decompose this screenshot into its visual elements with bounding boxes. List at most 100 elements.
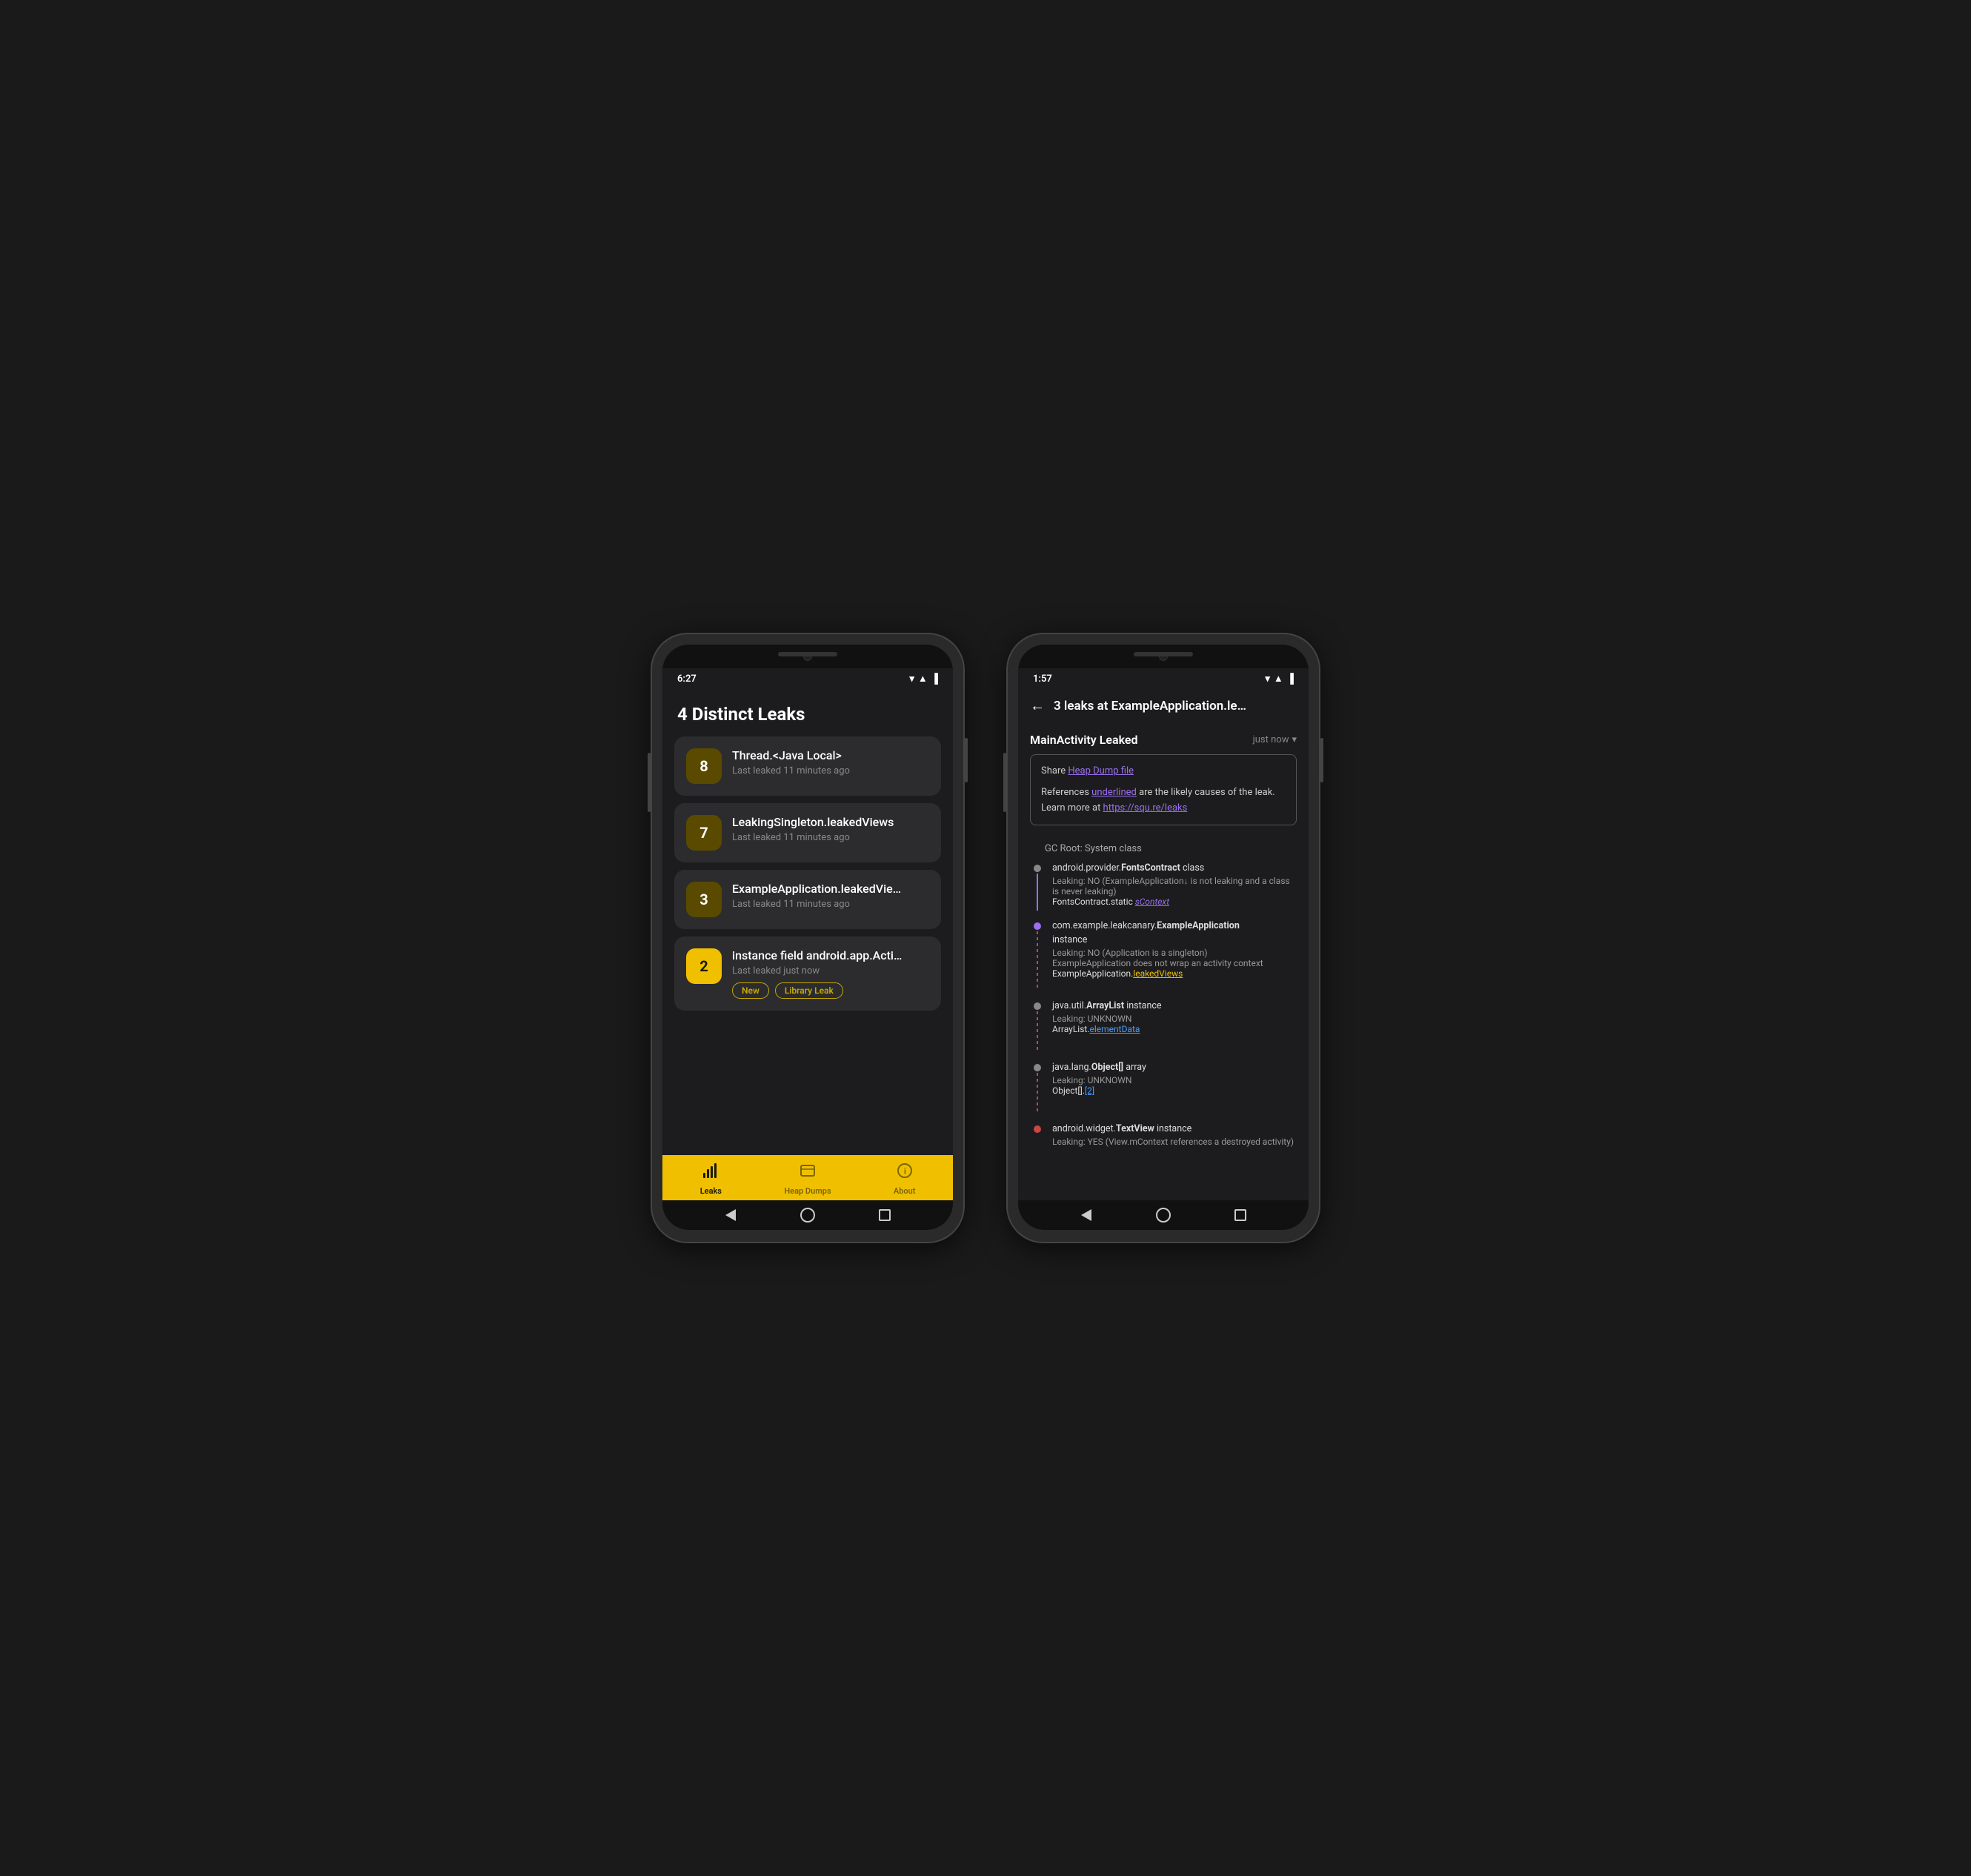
phone-top-notch-right (1018, 645, 1309, 668)
heap-dump-link[interactable]: Heap Dump file (1068, 765, 1134, 776)
phone-speaker (778, 652, 837, 656)
nav-item-leaks[interactable]: Leaks (662, 1162, 760, 1196)
gc-root-label: GC Root: System class (1030, 840, 1297, 862)
home-button-right[interactable] (1155, 1207, 1171, 1223)
nav-item-about[interactable]: i About (856, 1162, 953, 1196)
back-button-right[interactable] (1078, 1207, 1094, 1223)
leak-badge-count: 2 (686, 948, 722, 984)
leak-info: LeakingSingleton.leakedViews Last leaked… (732, 815, 929, 843)
phone-right: 1:57 ▾ ▲ ▐ ← 3 leaks at ExampleApplicati… (1008, 634, 1319, 1242)
trace-class-name: java.lang.Object[] array (1052, 1061, 1297, 1075)
heap-dumps-nav-icon (799, 1162, 817, 1183)
detail-title: 3 leaks at ExampleApplication.le… (1054, 699, 1297, 714)
detail-header: ← 3 leaks at ExampleApplication.le… (1018, 689, 1309, 725)
trace-field-link: sContext (1135, 897, 1169, 907)
android-nav-bar-right (1018, 1200, 1309, 1230)
status-icons-right: ▾ ▲ ▐ (1265, 673, 1294, 685)
trace-line-col (1030, 919, 1045, 991)
trace-field-link: [2] (1085, 1085, 1094, 1096)
trace-item-exampleapplication: com.example.leakcanary.ExampleApplicatio… (1030, 919, 1297, 991)
nav-item-heap-dumps[interactable]: Heap Dumps (760, 1162, 857, 1196)
list-item[interactable]: 2 instance field android.app.Acti… Last … (674, 937, 941, 1011)
wifi-icon: ▾ (909, 673, 914, 685)
trace-line-col (1030, 1061, 1045, 1114)
recents-button[interactable] (877, 1207, 893, 1223)
info-box: Share Heap Dump file References underlin… (1030, 754, 1297, 825)
trace-dot (1034, 1064, 1041, 1071)
status-time: 6:27 (677, 673, 697, 685)
signal-icon: ▲ (918, 673, 928, 685)
trace-text: java.util.ArrayList instance Leaking: UN… (1052, 999, 1297, 1052)
phone-speaker-right (1134, 652, 1193, 656)
trace-line-col (1030, 862, 1045, 911)
trace-dot (1034, 1002, 1041, 1010)
phone-left: 6:27 ▾ ▲ ▐ 4 Distinct Leaks 8 (652, 634, 963, 1242)
trace-item-objectarray: java.lang.Object[] array Leaking: UNKNOW… (1030, 1061, 1297, 1114)
leak-trace: GC Root: System class android.provider.F… (1018, 834, 1309, 1200)
trace-field-link: leakedViews (1133, 968, 1183, 979)
about-nav-icon: i (896, 1162, 914, 1183)
recents-button-right[interactable] (1232, 1207, 1249, 1223)
trace-class-name: android.provider.FontsContract class (1052, 862, 1297, 876)
list-item[interactable]: 7 LeakingSingleton.leakedViews Last leak… (674, 803, 941, 862)
leak-tags: New Library Leak (732, 982, 929, 999)
leak-time: Last leaked 11 minutes ago (732, 832, 929, 843)
trace-text: java.lang.Object[] array Leaking: UNKNOW… (1052, 1061, 1297, 1114)
leak-time: Last leaked 11 minutes ago (732, 899, 929, 910)
dropdown-icon[interactable]: ▾ (1292, 734, 1297, 745)
battery-icon: ▐ (931, 673, 938, 685)
trace-class-name: com.example.leakcanary.ExampleApplicatio… (1052, 919, 1297, 948)
trace-dot (1034, 865, 1041, 872)
trace-field-link: elementData (1090, 1024, 1140, 1034)
trace-dot (1034, 922, 1041, 930)
trace-connector (1037, 1011, 1038, 1052)
trace-leaking-status: Leaking: NO (Application is a singleton)… (1052, 948, 1297, 968)
battery-icon-right: ▐ (1287, 673, 1294, 685)
leak-info: instance field android.app.Acti… Last le… (732, 948, 929, 999)
learn-more-link[interactable]: https://squ.re/leaks (1103, 802, 1188, 814)
leak-info: Thread.<Java Local> Last leaked 11 minut… (732, 748, 929, 776)
wifi-icon-right: ▾ (1265, 673, 1270, 685)
page-title: 4 Distinct Leaks (677, 704, 938, 725)
status-time-right: 1:57 (1033, 673, 1052, 685)
trace-item-textview: android.widget.TextView instance Leaking… (1030, 1122, 1297, 1150)
underlined-ref: underlined (1091, 787, 1137, 798)
leak-name: Thread.<Java Local> (732, 748, 929, 762)
trace-field: FontsContract.static sContext (1052, 897, 1297, 907)
detail-subheader: MainActivity Leaked just now ▾ (1018, 725, 1309, 754)
nav-label-leaks: Leaks (700, 1186, 722, 1196)
back-button[interactable] (722, 1207, 739, 1223)
list-item[interactable]: 3 ExampleApplication.leakedVie… Last lea… (674, 870, 941, 929)
trace-field: ArrayList.elementData (1052, 1024, 1297, 1034)
trace-connector (1037, 931, 1038, 991)
tag-library-leak: Library Leak (775, 982, 843, 999)
leak-name: LeakingSingleton.leakedViews (732, 815, 929, 829)
leak-name: instance field android.app.Acti… (732, 948, 929, 962)
android-nav-bar-left (662, 1200, 953, 1230)
trace-connector (1037, 1073, 1038, 1114)
phone-top-notch (662, 645, 953, 668)
trace-class-name: java.util.ArrayList instance (1052, 999, 1297, 1014)
trace-line-col (1030, 999, 1045, 1052)
trace-leaking-status: Leaking: UNKNOWN (1052, 1075, 1297, 1085)
leak-class-name: MainActivity Leaked (1030, 733, 1137, 747)
trace-class-name: android.widget.TextView instance (1052, 1122, 1297, 1137)
info-box-share: Share Heap Dump file (1041, 764, 1286, 779)
list-item[interactable]: 8 Thread.<Java Local> Last leaked 11 min… (674, 736, 941, 796)
trace-field: Object[].[2] (1052, 1085, 1297, 1096)
leak-name: ExampleApplication.leakedVie… (732, 882, 929, 896)
leak-badge-count: 7 (686, 815, 722, 851)
home-button[interactable] (800, 1207, 816, 1223)
trace-item-arraylist: java.util.ArrayList instance Leaking: UN… (1030, 999, 1297, 1052)
trace-line-col (1030, 1122, 1045, 1150)
trace-leaking-status: Leaking: YES (View.mContext references a… (1052, 1137, 1297, 1147)
trace-leaking-status: Leaking: UNKNOWN (1052, 1014, 1297, 1024)
leak-badge-count: 3 (686, 882, 722, 917)
tag-new: New (732, 982, 769, 999)
back-arrow-button[interactable]: ← (1030, 696, 1045, 715)
trace-text: android.widget.TextView instance Leaking… (1052, 1122, 1297, 1150)
status-icons: ▾ ▲ ▐ (909, 673, 938, 685)
nav-label-heap-dumps: Heap Dumps (784, 1186, 831, 1196)
nav-label-about: About (894, 1186, 916, 1196)
leak-badge-count: 8 (686, 748, 722, 784)
